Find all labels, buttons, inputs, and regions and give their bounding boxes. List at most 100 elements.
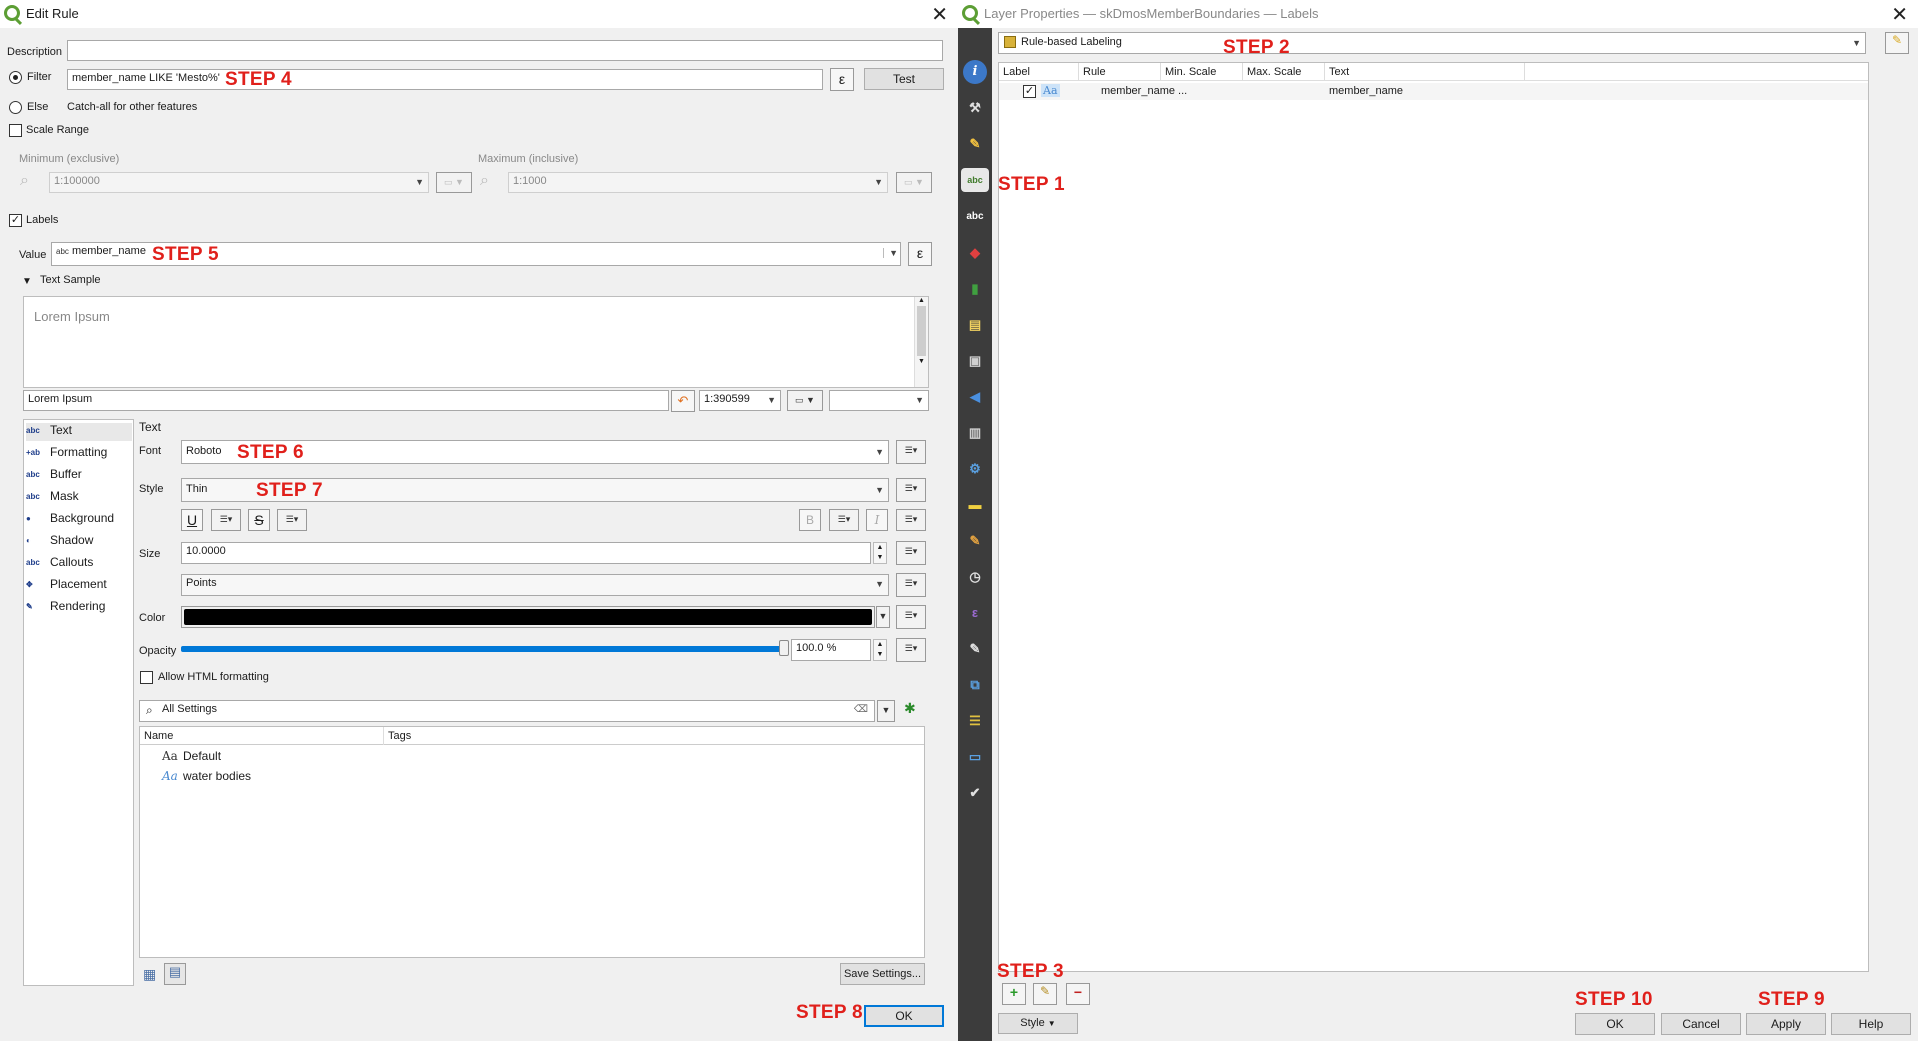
size-stepper[interactable]: ▲ ▼ — [873, 542, 887, 564]
strikeout-data-defined-button[interactable]: ☰▾ — [277, 509, 307, 531]
section-item-formatting[interactable]: +ab Formatting — [26, 445, 132, 463]
clear-search-icon[interactable]: ⌫ — [854, 704, 868, 715]
col-name-header[interactable]: Name — [140, 727, 384, 745]
rules-col-0-header[interactable]: Label — [999, 63, 1079, 81]
edit-rule-icon[interactable]: ✎ — [1033, 983, 1057, 1005]
add-rule-icon[interactable]: + — [1002, 983, 1026, 1005]
section-item-placement[interactable]: ✥ Placement — [26, 577, 132, 595]
apply-button[interactable]: Apply — [1746, 1013, 1826, 1035]
cancel-button[interactable]: Cancel — [1661, 1013, 1741, 1035]
symbology-icon[interactable]: ✎ — [963, 132, 987, 156]
italic-button[interactable]: I — [866, 509, 888, 531]
source-icon[interactable]: ⚒ — [963, 96, 987, 120]
icon-view-icon[interactable]: ▦ — [143, 966, 156, 983]
units-data-defined-button[interactable]: ☰▾ — [896, 573, 926, 597]
opacity-data-defined-button[interactable]: ☰▾ — [896, 638, 926, 662]
labels-tab-icon[interactable]: abc — [961, 168, 989, 192]
masks-icon[interactable]: abc — [963, 205, 987, 229]
metadata-icon[interactable]: ✎ — [963, 637, 987, 661]
display-icon[interactable]: ▬ — [963, 493, 987, 517]
sample-text-input[interactable]: Lorem Ipsum — [23, 390, 669, 411]
maximum-scale-input[interactable]: 1:1000 ▼ — [508, 172, 888, 193]
help-button[interactable]: Help — [1831, 1013, 1911, 1035]
style-data-defined-button[interactable]: ☰▾ — [896, 478, 926, 502]
style-menu-button[interactable]: Style ▼ — [998, 1013, 1078, 1034]
preview-scale-input[interactable]: 1:390599 ▼ — [699, 390, 781, 411]
italic-data-defined-button[interactable]: ☰▾ — [896, 509, 926, 531]
section-item-callouts[interactable]: abc Callouts — [26, 555, 132, 573]
close-icon[interactable]: ✕ — [1891, 2, 1908, 27]
minimum-scale-input[interactable]: 1:100000 ▼ — [49, 172, 429, 193]
filter-radio[interactable] — [9, 71, 22, 84]
save-settings-button[interactable]: Save Settings... — [840, 963, 925, 985]
expression-epsilon-button[interactable]: ε — [830, 68, 854, 91]
font-data-defined-button[interactable]: ☰▾ — [896, 440, 926, 464]
information-icon[interactable]: i — [963, 60, 987, 84]
diagrams-icon[interactable]: ▮ — [963, 277, 987, 301]
filter-expression-input[interactable]: member_name LIKE 'Mesto%' — [67, 69, 823, 90]
temporal-icon[interactable]: ◷ — [963, 565, 987, 589]
3d-view-icon[interactable]: ◆ — [963, 241, 987, 265]
section-item-buffer[interactable]: abc Buffer — [26, 467, 132, 485]
opacity-slider-handle[interactable] — [779, 640, 789, 656]
preview-scale-dropdown[interactable]: ▭ ▼ — [787, 390, 823, 411]
value-expression-button[interactable]: ε — [908, 242, 932, 266]
legend-icon[interactable]: ☰ — [963, 709, 987, 733]
reset-sample-icon[interactable]: ↶ — [671, 390, 695, 412]
fields-icon[interactable]: ▤ — [963, 313, 987, 337]
description-input[interactable] — [67, 40, 943, 61]
search-filter-dropdown[interactable]: ▼ — [877, 700, 895, 722]
attributes-form-icon[interactable]: ▣ — [963, 349, 987, 373]
underline-data-defined-button[interactable]: ☰▾ — [211, 509, 241, 531]
section-item-background[interactable]: ● Background — [26, 511, 132, 529]
opacity-stepper[interactable]: ▲ ▼ — [873, 639, 887, 661]
opacity-slider-track[interactable] — [181, 646, 785, 652]
strikeout-button[interactable]: S — [248, 509, 270, 531]
section-item-mask[interactable]: abc Mask — [26, 489, 132, 507]
ok-button[interactable]: OK — [864, 1005, 944, 1027]
opacity-spinbox[interactable]: 100.0 % — [791, 639, 871, 661]
remove-rule-icon[interactable]: − — [1066, 983, 1090, 1005]
labels-checkbox[interactable]: ✓ — [9, 214, 22, 227]
rule-enabled-checkbox[interactable]: ✓ — [1023, 85, 1036, 98]
color-data-defined-button[interactable]: ☰▾ — [896, 605, 926, 629]
min-scale-dropdown[interactable]: ▭ ▼ — [436, 172, 472, 193]
section-item-shadow[interactable]: ◐ Shadow — [26, 533, 132, 551]
list-view-icon[interactable]: ▤ — [164, 963, 186, 985]
close-icon[interactable]: ✕ — [931, 2, 948, 27]
rendering-icon[interactable]: ✎ — [963, 529, 987, 553]
rules-col-2-header[interactable]: Min. Scale — [1161, 63, 1243, 81]
actions-icon[interactable]: ⚙ — [963, 457, 987, 481]
html-formatting-checkbox[interactable] — [140, 671, 153, 684]
variables-icon[interactable]: ε — [963, 601, 987, 625]
bold-data-defined-button[interactable]: ☰▾ — [829, 509, 859, 531]
section-item-text[interactable]: abc Text — [26, 423, 132, 441]
ok-button[interactable]: OK — [1575, 1013, 1655, 1035]
rules-col-3-header[interactable]: Max. Scale — [1243, 63, 1325, 81]
auxiliary-storage-icon[interactable]: ▥ — [963, 421, 987, 445]
bold-button[interactable]: B — [799, 509, 821, 531]
background-color-combo[interactable]: ▼ — [829, 390, 929, 411]
size-spinbox[interactable]: 10.0000 — [181, 542, 871, 564]
dependencies-icon[interactable]: ⧉ — [963, 673, 987, 697]
rule-row[interactable]: ✓ Aa member_name ... member_name — [999, 83, 1868, 100]
digitizing-icon[interactable]: ✔ — [963, 781, 987, 805]
collapse-triangle-icon[interactable]: ▼ — [22, 276, 32, 287]
test-button[interactable]: Test — [864, 68, 944, 90]
size-units-combo[interactable]: Points ▼ — [181, 574, 889, 596]
else-radio[interactable] — [9, 101, 22, 114]
section-item-rendering[interactable]: ✎ Rendering — [26, 599, 132, 617]
qgis-server-icon[interactable]: ▭ — [963, 745, 987, 769]
size-data-defined-button[interactable]: ☰▾ — [896, 541, 926, 565]
scale-range-checkbox[interactable] — [9, 124, 22, 137]
rules-col-1-header[interactable]: Rule — [1079, 63, 1161, 81]
labeling-mode-combo[interactable]: Rule-based Labeling ▼ — [998, 32, 1866, 54]
preview-scrollbar[interactable]: ▲ ▼ — [914, 297, 928, 387]
joins-icon[interactable]: ◀ — [963, 385, 987, 409]
color-button[interactable] — [181, 606, 875, 628]
rules-col-4-header[interactable]: Text — [1325, 63, 1525, 81]
color-dropdown[interactable]: ▼ — [876, 606, 890, 628]
style-list-item[interactable]: Aa water bodies — [162, 769, 251, 787]
max-scale-dropdown[interactable]: ▭ ▼ — [896, 172, 932, 193]
style-list-item[interactable]: Aa Default — [162, 749, 221, 767]
